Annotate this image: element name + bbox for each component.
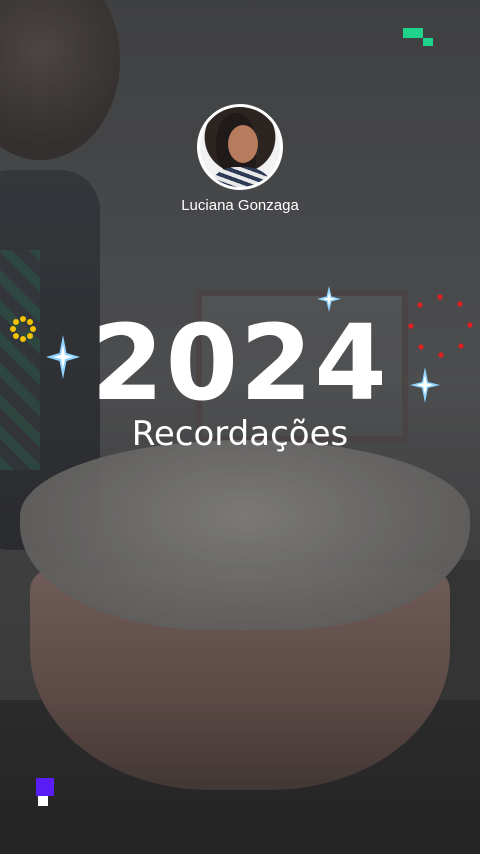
- pixel-badge-icon: [36, 778, 56, 808]
- pixel-badge-icon: [403, 28, 433, 48]
- avatar[interactable]: [197, 104, 283, 190]
- memories-title: Recordações: [131, 414, 349, 454]
- year-heading: 2024: [91, 302, 389, 424]
- profile-name: Luciana Gonzaga: [181, 197, 299, 214]
